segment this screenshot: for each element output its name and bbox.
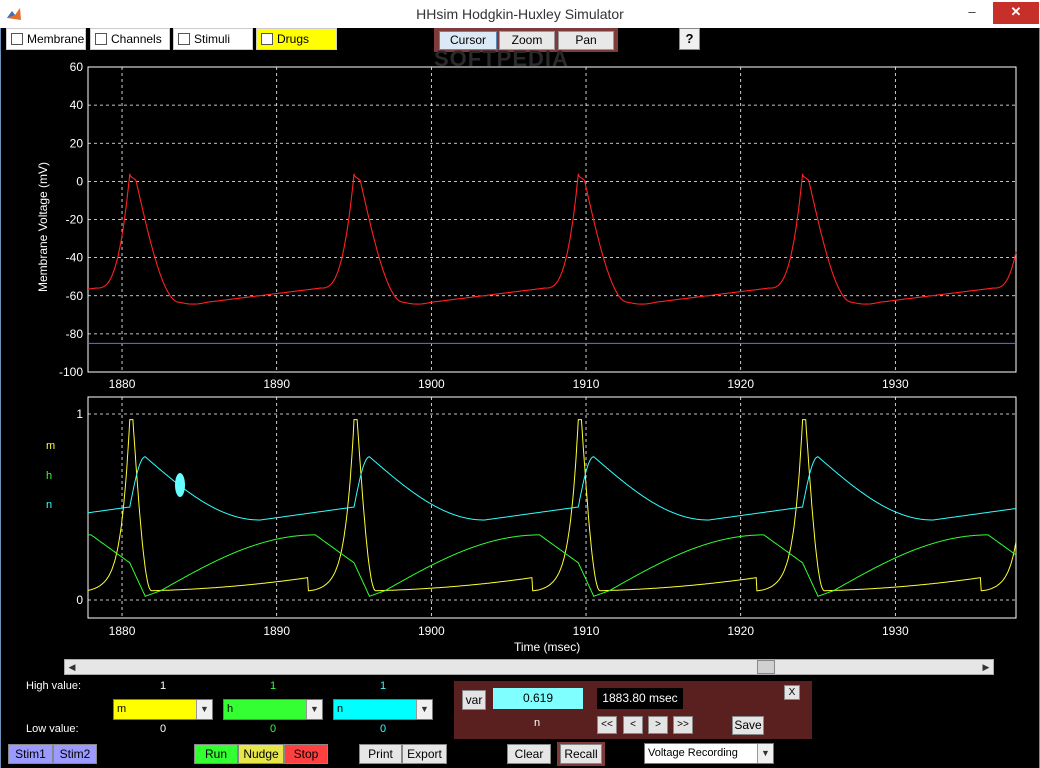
y-tick-label: 1 bbox=[76, 407, 83, 421]
m-low-value: 0 bbox=[159, 723, 167, 735]
m-select-value: m bbox=[117, 703, 127, 715]
h-high-value: 1 bbox=[269, 680, 277, 692]
y-tick-label: -100 bbox=[59, 365, 83, 379]
x-tick-label: 1910 bbox=[573, 624, 600, 638]
x-tick-label: 1900 bbox=[418, 624, 445, 638]
time-scrollbar[interactable]: ◀ ▶ bbox=[64, 659, 994, 675]
cursor-time: 1883.80 msec bbox=[597, 688, 683, 709]
m-variable-select[interactable]: m ▼ bbox=[113, 699, 213, 720]
chevron-down-icon: ▼ bbox=[196, 700, 212, 719]
x-tick-label: 1920 bbox=[727, 377, 754, 391]
n-high-value: 1 bbox=[379, 680, 387, 692]
y-tick-label: 60 bbox=[70, 60, 84, 74]
n-variable-select[interactable]: n ▼ bbox=[333, 699, 433, 720]
y-tick-label: 40 bbox=[70, 98, 84, 112]
first-button[interactable]: << bbox=[597, 716, 617, 734]
y-tick-label: 20 bbox=[70, 136, 84, 150]
m-var-label: m bbox=[46, 440, 56, 452]
n-var-label: n bbox=[46, 499, 53, 511]
var-button[interactable]: var bbox=[462, 690, 486, 710]
save-button[interactable]: Save bbox=[732, 716, 764, 735]
x-tick-label: 1920 bbox=[727, 624, 754, 638]
last-button[interactable]: >> bbox=[673, 716, 693, 734]
x-tick-label: 1910 bbox=[573, 377, 600, 391]
cursor-value: 0.619 bbox=[493, 688, 583, 709]
y-tick-label: -20 bbox=[66, 213, 84, 227]
next-button[interactable]: > bbox=[648, 716, 668, 734]
y-tick-label: -60 bbox=[66, 289, 84, 303]
y-tick-label: -80 bbox=[66, 327, 84, 341]
scroll-left-icon[interactable]: ◀ bbox=[65, 660, 79, 674]
h-select-value: h bbox=[227, 703, 234, 715]
nudge-button[interactable]: Nudge bbox=[238, 744, 284, 764]
y-tick-label: 0 bbox=[76, 174, 83, 188]
chevron-down-icon: ▼ bbox=[416, 700, 432, 719]
x-tick-label: 1900 bbox=[418, 377, 445, 391]
x-tick-label: 1880 bbox=[109, 624, 136, 638]
scroll-thumb[interactable] bbox=[757, 660, 775, 674]
export-button[interactable]: Export bbox=[402, 744, 447, 764]
recall-button[interactable]: Recall bbox=[560, 744, 602, 764]
m-high-value: 1 bbox=[159, 680, 167, 692]
h-low-value: 0 bbox=[269, 723, 277, 735]
clear-button[interactable]: Clear bbox=[507, 744, 551, 764]
chevron-down-icon: ▼ bbox=[757, 744, 773, 763]
gates-axes[interactable] bbox=[87, 396, 1017, 619]
n-select-value: n bbox=[337, 703, 344, 715]
run-button[interactable]: Run bbox=[194, 744, 238, 764]
n-low-value: 0 bbox=[379, 723, 387, 735]
scroll-right-icon[interactable]: ▶ bbox=[979, 660, 993, 674]
chevron-down-icon: ▼ bbox=[306, 700, 322, 719]
cursor-variable-name: n bbox=[534, 717, 541, 729]
x-tick-label: 1930 bbox=[882, 624, 909, 638]
y-tick-label: -40 bbox=[66, 251, 84, 265]
voltage-y-label: Membrane Voltage (mV) bbox=[36, 161, 50, 292]
h-var-label: h bbox=[46, 470, 53, 482]
x-tick-label: 1890 bbox=[263, 624, 290, 638]
print-button[interactable]: Print bbox=[359, 744, 402, 764]
y-tick-label: 0 bbox=[76, 593, 83, 607]
low-value-label: Low value: bbox=[26, 723, 79, 735]
high-value-label: High value: bbox=[26, 680, 82, 692]
x-tick-label: 1930 bbox=[882, 377, 909, 391]
cursor-marker[interactable] bbox=[175, 473, 185, 497]
recording-select[interactable]: Voltage Recording ▼ bbox=[644, 743, 774, 764]
x-tick-label: 1880 bbox=[109, 377, 136, 391]
stim1-button[interactable]: Stim1 bbox=[8, 744, 53, 764]
previous-button[interactable]: < bbox=[623, 716, 643, 734]
time-x-label: Time (msec) bbox=[514, 640, 581, 654]
h-variable-select[interactable]: h ▼ bbox=[223, 699, 323, 720]
stim2-button[interactable]: Stim2 bbox=[53, 744, 97, 764]
stop-button[interactable]: Stop bbox=[284, 744, 328, 764]
x-tick-label: 1890 bbox=[263, 377, 290, 391]
recall-button-frame: Recall bbox=[557, 742, 605, 766]
cursor-readout-panel: var 0.619 1883.80 msec n << < > >> X Sav… bbox=[454, 681, 812, 739]
recording-select-value: Voltage Recording bbox=[648, 747, 738, 759]
panel-close-button[interactable]: X bbox=[784, 685, 800, 700]
